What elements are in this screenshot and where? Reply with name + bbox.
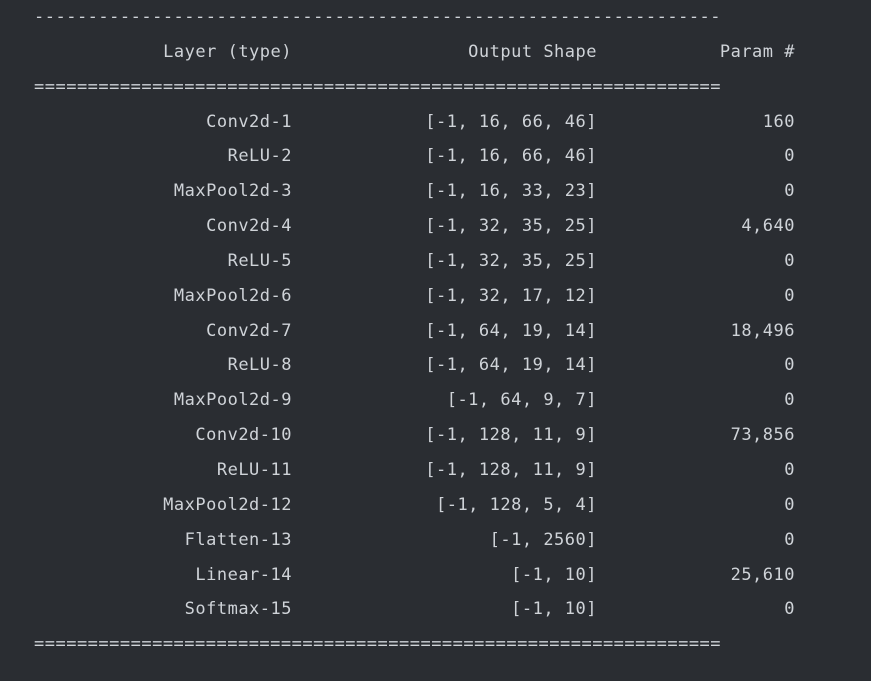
- table-row: Conv2d-4[-1, 32, 35, 25]4,640: [34, 209, 837, 244]
- cell-shape: [-1, 10]: [292, 592, 597, 627]
- cell-params: 4,640: [597, 209, 795, 244]
- cell-params: 0: [597, 348, 795, 383]
- cell-layer: Flatten-13: [34, 523, 292, 558]
- header-shape: Output Shape: [292, 35, 597, 70]
- cell-layer: MaxPool2d-12: [34, 488, 292, 523]
- cell-params: 18,496: [597, 314, 795, 349]
- cell-layer: ReLU-8: [34, 348, 292, 383]
- table-row: MaxPool2d-9[-1, 64, 9, 7]0: [34, 383, 837, 418]
- table-row: ReLU-11[-1, 128, 11, 9]0: [34, 453, 837, 488]
- cell-shape: [-1, 16, 66, 46]: [292, 139, 597, 174]
- table-row: Conv2d-1[-1, 16, 66, 46]160: [34, 105, 837, 140]
- cell-layer: ReLU-2: [34, 139, 292, 174]
- cell-shape: [-1, 32, 35, 25]: [292, 244, 597, 279]
- cell-params: 0: [597, 139, 795, 174]
- table-row: Conv2d-10[-1, 128, 11, 9]73,856: [34, 418, 837, 453]
- cell-shape: [-1, 128, 11, 9]: [292, 453, 597, 488]
- table-row: Conv2d-7[-1, 64, 19, 14]18,496: [34, 314, 837, 349]
- table-row: ReLU-5[-1, 32, 35, 25]0: [34, 244, 837, 279]
- cell-params: 0: [597, 244, 795, 279]
- table-body: Conv2d-1[-1, 16, 66, 46]160ReLU-2[-1, 16…: [34, 105, 837, 628]
- cell-layer: Conv2d-10: [34, 418, 292, 453]
- rule-bottom: ========================================…: [34, 627, 837, 662]
- cell-params: 160: [597, 105, 795, 140]
- cell-layer: Softmax-15: [34, 592, 292, 627]
- cell-shape: [-1, 2560]: [292, 523, 597, 558]
- table-row: ReLU-2[-1, 16, 66, 46]0: [34, 139, 837, 174]
- cell-params: 0: [597, 383, 795, 418]
- cell-layer: Conv2d-4: [34, 209, 292, 244]
- table-row: MaxPool2d-12[-1, 128, 5, 4]0: [34, 488, 837, 523]
- cell-params: 0: [597, 488, 795, 523]
- cell-layer: MaxPool2d-6: [34, 279, 292, 314]
- header-params: Param #: [597, 35, 795, 70]
- cell-shape: [-1, 64, 19, 14]: [292, 348, 597, 383]
- cell-params: 0: [597, 174, 795, 209]
- model-summary: ----------------------------------------…: [0, 0, 871, 681]
- cell-layer: ReLU-5: [34, 244, 292, 279]
- cell-shape: [-1, 128, 5, 4]: [292, 488, 597, 523]
- rule-top: ----------------------------------------…: [34, 0, 837, 35]
- cell-layer: ReLU-11: [34, 453, 292, 488]
- cell-shape: [-1, 16, 66, 46]: [292, 105, 597, 140]
- cell-params: 73,856: [597, 418, 795, 453]
- cell-params: 25,610: [597, 558, 795, 593]
- table-row: MaxPool2d-6[-1, 32, 17, 12]0: [34, 279, 837, 314]
- cell-shape: [-1, 32, 35, 25]: [292, 209, 597, 244]
- table-row: ReLU-8[-1, 64, 19, 14]0: [34, 348, 837, 383]
- header-row: Layer (type)Output ShapeParam #: [34, 35, 837, 70]
- cell-layer: Linear-14: [34, 558, 292, 593]
- table-row: Softmax-15[-1, 10]0: [34, 592, 837, 627]
- cell-params: 0: [597, 279, 795, 314]
- table-row: Flatten-13[-1, 2560]0: [34, 523, 837, 558]
- cell-layer: Conv2d-1: [34, 105, 292, 140]
- cell-layer: MaxPool2d-9: [34, 383, 292, 418]
- cell-params: 0: [597, 592, 795, 627]
- header-layer: Layer (type): [34, 35, 292, 70]
- cell-shape: [-1, 16, 33, 23]: [292, 174, 597, 209]
- cell-shape: [-1, 32, 17, 12]: [292, 279, 597, 314]
- cell-layer: Conv2d-7: [34, 314, 292, 349]
- cell-shape: [-1, 10]: [292, 558, 597, 593]
- cell-layer: MaxPool2d-3: [34, 174, 292, 209]
- rule-mid: ========================================…: [34, 70, 837, 105]
- cell-shape: [-1, 64, 9, 7]: [292, 383, 597, 418]
- table-row: Linear-14[-1, 10]25,610: [34, 558, 837, 593]
- cell-shape: [-1, 128, 11, 9]: [292, 418, 597, 453]
- cell-shape: [-1, 64, 19, 14]: [292, 314, 597, 349]
- cell-params: 0: [597, 523, 795, 558]
- cell-params: 0: [597, 453, 795, 488]
- table-row: MaxPool2d-3[-1, 16, 33, 23]0: [34, 174, 837, 209]
